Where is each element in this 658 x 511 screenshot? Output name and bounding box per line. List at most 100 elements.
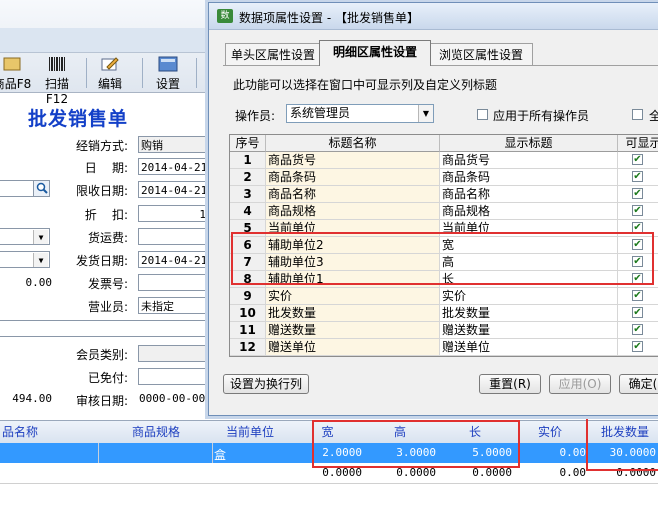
column-header-display[interactable]: 显示标题 (440, 135, 618, 152)
checkmark-icon: ✔ (633, 307, 642, 318)
extra-checkbox[interactable] (632, 109, 643, 120)
date-field[interactable]: 2014-04-21 (138, 158, 210, 175)
row-display-title[interactable]: 商品名称 (440, 186, 618, 202)
table-row[interactable]: 4 商品规格 商品规格 ✔ (230, 203, 658, 220)
ok-button[interactable]: 确定( (619, 374, 658, 394)
row-display-title[interactable]: 赠送数量 (440, 322, 618, 338)
row-seq: 2 (230, 169, 266, 185)
dialog-title: 数据项属性设置 - 【批发销售单】 (239, 11, 419, 25)
deadline-field[interactable]: 2014-04-21 (138, 181, 210, 198)
highlight-box-aux-units (231, 232, 654, 285)
row-display-title[interactable]: 商品货号 (440, 152, 618, 168)
member-type-field[interactable] (138, 345, 210, 362)
reset-button[interactable]: 重置(R) (479, 374, 541, 394)
row-visible-checkbox[interactable]: ✔ (632, 341, 643, 352)
member-type-label: 会员类别: (75, 348, 128, 362)
checkmark-icon: ✔ (633, 205, 642, 216)
salesman-field[interactable]: 未指定 (138, 297, 210, 314)
extra-checkbox-label: 全 (649, 109, 658, 123)
grid-cell-price: 0.00 (559, 466, 587, 479)
row-seq: 11 (230, 322, 266, 338)
chevron-down-icon: ▼ (33, 253, 48, 267)
exempt-label: 已免付: (87, 371, 128, 385)
row-visible-cell: ✔ (618, 203, 658, 219)
set-line-break-button[interactable]: 设置为换行列 (223, 374, 309, 394)
tab-browse-settings[interactable]: 浏览区属性设置 (429, 43, 533, 66)
row-title-name: 实价 (266, 288, 440, 304)
row-title-name: 商品条码 (266, 169, 440, 185)
chevron-down-icon: ▼ (33, 230, 48, 244)
row-display-title[interactable]: 实价 (440, 288, 618, 304)
toolbar-scan-button[interactable]: 扫描F12 (35, 55, 79, 106)
left-select-1[interactable]: ▼ (0, 228, 50, 245)
table-row[interactable]: 2 商品条码 商品条码 ✔ (230, 169, 658, 186)
row-visible-cell: ✔ (618, 288, 658, 304)
date-label: 日 期: (84, 161, 128, 175)
table-row[interactable]: 11 赠送数量 赠送数量 ✔ (230, 322, 658, 339)
operator-select[interactable]: 系统管理员 ▼ (286, 104, 434, 123)
invoice-field[interactable] (138, 274, 210, 291)
apply-button[interactable]: 应用(O) (549, 374, 611, 394)
exempt-field[interactable] (138, 368, 210, 385)
invoice-label: 发票号: (87, 277, 128, 291)
grid-header-name[interactable]: 品名称 (0, 423, 50, 440)
row-visible-cell: ✔ (618, 169, 658, 185)
row-title-name: 商品货号 (266, 152, 440, 168)
column-header-visible[interactable]: 可显示 (618, 135, 658, 152)
chevron-down-icon: ▼ (418, 105, 433, 122)
table-row[interactable]: 12 赠送单位 赠送单位 ✔ (230, 339, 658, 356)
tab-detail-settings[interactable]: 明细区属性设置 (319, 40, 431, 66)
settlement-field[interactable]: 购销 (138, 136, 210, 153)
checkmark-icon: ✔ (633, 171, 642, 182)
row-visible-checkbox[interactable]: ✔ (632, 324, 643, 335)
row-visible-checkbox[interactable]: ✔ (632, 205, 643, 216)
apply-all-label: 应用于所有操作员 (493, 109, 590, 123)
lookup-button[interactable] (33, 180, 50, 197)
row-seq: 4 (230, 203, 266, 219)
row-visible-checkbox[interactable]: ✔ (632, 154, 643, 165)
row-visible-checkbox[interactable]: ✔ (632, 307, 643, 318)
row-visible-checkbox[interactable]: ✔ (632, 171, 643, 182)
table-row[interactable]: 1 商品货号 商品货号 ✔ (230, 152, 658, 169)
row-display-title[interactable]: 批发数量 (440, 305, 618, 321)
row-display-title[interactable]: 商品条码 (440, 169, 618, 185)
discount-label: 折 扣: (84, 208, 128, 222)
product-icon (1, 55, 23, 73)
left-select-2[interactable]: ▼ (0, 251, 50, 268)
row-visible-checkbox[interactable]: ✔ (632, 290, 643, 301)
row-seq: 1 (230, 152, 266, 168)
dialog-title-bar[interactable]: 数 数据项属性设置 - 【批发销售单】 (209, 3, 658, 30)
toolbar-product-button[interactable]: 商品F8 (0, 55, 32, 91)
settings-icon (157, 55, 179, 73)
row-display-title[interactable]: 赠送单位 (440, 339, 618, 355)
ship-date-field[interactable]: 2014-04-21 (138, 251, 210, 268)
toolbar-settings-button[interactable]: 设置 (150, 55, 186, 91)
freight-field[interactable] (138, 228, 210, 245)
toolbar-edit-button[interactable]: 编辑 (92, 55, 128, 91)
tab-header-settings[interactable]: 单头区属性设置 (225, 43, 321, 66)
row-visible-checkbox[interactable]: ✔ (632, 188, 643, 199)
table-row[interactable]: 9 实价 实价 ✔ (230, 288, 658, 305)
row-display-title[interactable]: 商品规格 (440, 203, 618, 219)
search-icon (36, 182, 48, 197)
left-wide-field[interactable] (0, 320, 210, 337)
properties-dialog: 数 数据项属性设置 - 【批发销售单】 单头区属性设置 明细区属性设置 浏览区属… (208, 2, 658, 416)
grid-cell-unit: 盒 (214, 448, 227, 462)
apply-all-checkbox[interactable] (477, 109, 488, 120)
grid-cell-price: 0.00 (559, 446, 587, 459)
row-title-name: 批发数量 (266, 305, 440, 321)
dialog-description: 此功能可以选择在窗口中可显示列及自定义列标题 (233, 78, 498, 92)
column-header-seq[interactable]: 序号 (230, 135, 266, 152)
grid-header-price[interactable]: 实价 (528, 423, 572, 440)
checkmark-icon: ✔ (633, 290, 642, 301)
operator-value: 系统管理员 (290, 106, 351, 120)
table-row[interactable]: 10 批发数量 批发数量 ✔ (230, 305, 658, 322)
grid-header-unit[interactable]: 当前单位 (215, 423, 285, 440)
table-row[interactable]: 3 商品名称 商品名称 ✔ (230, 186, 658, 203)
discount-field[interactable]: 1 (138, 205, 210, 222)
grid-header-spec[interactable]: 商品规格 (118, 423, 194, 440)
column-header-name[interactable]: 标题名称 (266, 135, 440, 152)
settlement-label: 经销方式: (75, 139, 128, 153)
row-title-name: 赠送单位 (266, 339, 440, 355)
audit-date-value: 0000-00-00 (139, 392, 206, 405)
